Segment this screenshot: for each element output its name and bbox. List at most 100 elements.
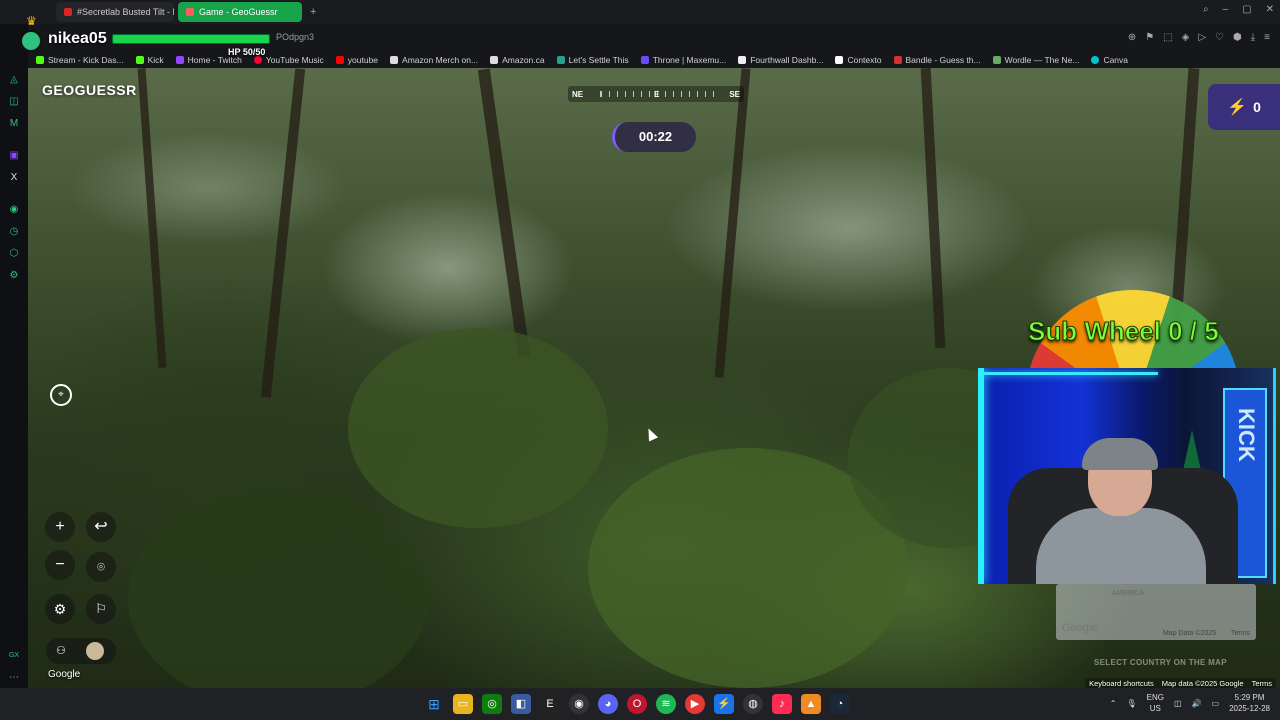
return-to-start-icon[interactable]: ⌖	[50, 384, 72, 406]
snapshot-icon[interactable]: ⬚	[1163, 32, 1172, 43]
xbox-icon[interactable]: ◎	[482, 694, 502, 714]
obs-icon[interactable]: ◉	[569, 694, 589, 714]
tab-secretlab[interactable]: #Secretlab Busted Tilt - Re	[56, 2, 174, 22]
windows-taskbar: ⊞ ▭ ◎ ◧ E ◉ ◕ O ≋ ▶ ⚡ ◍ ♪ ▲ ◔ ⌃ 🎙 ENG US…	[0, 688, 1280, 720]
menu-icon[interactable]: ≡	[1264, 32, 1270, 43]
tab-title: Game - GeoGuessr	[199, 7, 278, 17]
new-tab-button[interactable]: +	[310, 6, 316, 18]
youtube-icon	[64, 8, 72, 16]
file-explorer-icon[interactable]: ▭	[453, 694, 473, 714]
bandle-icon	[893, 56, 902, 64]
window-controls: ⌕ – ▢ ✕	[1203, 4, 1274, 15]
minimize-icon[interactable]: –	[1223, 4, 1229, 15]
settings-icon[interactable]: ⚙	[8, 270, 20, 282]
download-icon[interactable]: ⤓	[1251, 32, 1255, 43]
battery-icon[interactable]: ▭	[1212, 699, 1220, 708]
tab-geoguessr[interactable]: Game - GeoGuessr	[178, 2, 302, 22]
language-indicator[interactable]: ENG US	[1147, 692, 1164, 714]
amazon-icon	[390, 56, 399, 64]
streamer-cap	[1082, 438, 1158, 470]
chrome-icon[interactable]: ◍	[743, 694, 763, 714]
chevron-up-icon[interactable]: ⌃	[1110, 699, 1117, 708]
maximize-icon[interactable]: ▢	[1242, 4, 1251, 15]
hp-bar	[112, 34, 270, 44]
minimap-terms-link[interactable]: Terms	[1231, 630, 1250, 637]
player-icon[interactable]: ◉	[8, 204, 20, 216]
webcam-overlay: KICK	[978, 368, 1276, 584]
keyboard-shortcuts-link[interactable]: Keyboard shortcuts	[1089, 679, 1154, 688]
player-name: nikea05	[48, 30, 107, 47]
zoom-out-button[interactable]: −	[45, 550, 75, 580]
canva-icon	[1091, 56, 1100, 64]
score-badge: ⚡ 0	[1208, 84, 1280, 130]
settings-button[interactable]: ⚙	[45, 594, 75, 624]
compass: NE E SE	[568, 86, 744, 102]
checkpoint-button[interactable]: ⌾	[86, 552, 116, 582]
fourthwall-icon	[738, 56, 747, 64]
windows-start-icon[interactable]: ⊞	[424, 694, 444, 714]
streamer-bot-icon[interactable]: ⚡	[714, 694, 734, 714]
emote-icon[interactable]	[86, 642, 104, 660]
extensions-icon[interactable]: ⬡	[8, 248, 20, 260]
amazon-icon	[490, 56, 499, 64]
bookmark-item[interactable]: Contexto	[835, 55, 882, 65]
search-icon[interactable]: ⌕	[1203, 4, 1209, 15]
heart-icon[interactable]: ♡	[1215, 32, 1224, 43]
x-icon[interactable]: X	[8, 172, 20, 184]
url-field[interactable]: POdpgn3	[276, 32, 314, 42]
geforce-icon[interactable]: ◧	[511, 694, 531, 714]
wordle-icon	[992, 56, 1001, 64]
bookmark-icon[interactable]: ⚑	[1145, 32, 1154, 43]
more-icon[interactable]: ⋯	[8, 672, 20, 684]
bookmark-item[interactable]: Bandle - Guess th...	[893, 55, 981, 65]
shield-icon[interactable]: ◈	[1182, 32, 1190, 43]
discord-icon[interactable]: ◕	[598, 694, 618, 714]
people-icon[interactable]: ⚇	[56, 644, 66, 657]
twitch-icon[interactable]: ▣	[8, 150, 20, 162]
extensions-icon[interactable]: ⬢	[1233, 32, 1242, 43]
aria-icon[interactable]: ◫	[8, 96, 20, 108]
guess-minimap[interactable]: AMERICA Google Map Data ©2025 Terms	[1056, 584, 1256, 640]
undo-move-button[interactable]: ↩	[86, 512, 116, 542]
geoguessr-game[interactable]: GEOGUESSR NE E SE 00:22 ⚡ 0 ⌖ + ↩ − ⌾ ⚙ …	[28, 68, 1280, 688]
bookmark-item[interactable]: Canva	[1091, 55, 1128, 65]
geoguessr-logo[interactable]: GEOGUESSR	[42, 82, 137, 98]
emote-pill[interactable]: ⚇	[46, 638, 116, 664]
bookmark-item[interactable]: Amazon.ca	[490, 55, 545, 65]
microphone-icon[interactable]: 🎙	[1126, 699, 1136, 708]
zoom-in-button[interactable]: +	[45, 512, 75, 542]
close-icon[interactable]: ✕	[1266, 4, 1274, 15]
minimap-google-logo: Google	[1062, 622, 1098, 634]
vlc-icon[interactable]: ▲	[801, 694, 821, 714]
youtube-icon	[335, 56, 344, 64]
clock[interactable]: 5:29 PM 2025-12-28	[1229, 692, 1270, 714]
bookmark-item[interactable]: Amazon Merch on...	[390, 55, 478, 65]
history-icon[interactable]: ◷	[8, 226, 20, 238]
browser-sidebar: ◬ ◫ M ▣ X ◉ ◷ ⬡ ⚙ GX ⋯	[0, 24, 28, 688]
opera-gx-icon[interactable]: O	[627, 694, 647, 714]
spotify-icon[interactable]: ≋	[656, 694, 676, 714]
google-watermark: Google	[48, 669, 81, 680]
bookmark-item[interactable]: Let's Settle This	[556, 55, 629, 65]
volume-icon[interactable]: 🔊	[1192, 699, 1202, 708]
epic-games-icon[interactable]: E	[540, 694, 560, 714]
mail-icon[interactable]: M	[8, 118, 20, 130]
player-avatar	[20, 30, 42, 52]
tree-trunk	[260, 68, 306, 398]
flag-button[interactable]: ⚐	[86, 594, 116, 624]
zoom-icon[interactable]: ⊕	[1128, 32, 1136, 43]
system-tray: ⌃ 🎙 ENG US ◫ 🔊 ▭ 5:29 PM 2025-12-28	[1110, 692, 1270, 714]
media-player-icon[interactable]: ▶	[685, 694, 705, 714]
steam-icon[interactable]: ◔	[830, 694, 850, 714]
network-icon[interactable]: ◫	[1174, 699, 1182, 708]
neon-strip	[978, 372, 1158, 375]
bookmark-item[interactable]: Throne | Maxemu...	[640, 55, 726, 65]
bookmark-item[interactable]: Wordle — The Ne...	[992, 55, 1079, 65]
terms-link[interactable]: Terms	[1252, 679, 1272, 688]
gx-corner-icon[interactable]: ◬	[8, 74, 20, 86]
play-icon[interactable]: ▷	[1198, 32, 1206, 43]
bookmark-item[interactable]: youtube	[335, 55, 378, 65]
tiktok-icon[interactable]: ♪	[772, 694, 792, 714]
bookmark-item[interactable]: Fourthwall Dashb...	[738, 55, 823, 65]
browser-tab-bar: #Secretlab Busted Tilt - Re Game - GeoGu…	[0, 0, 1280, 24]
